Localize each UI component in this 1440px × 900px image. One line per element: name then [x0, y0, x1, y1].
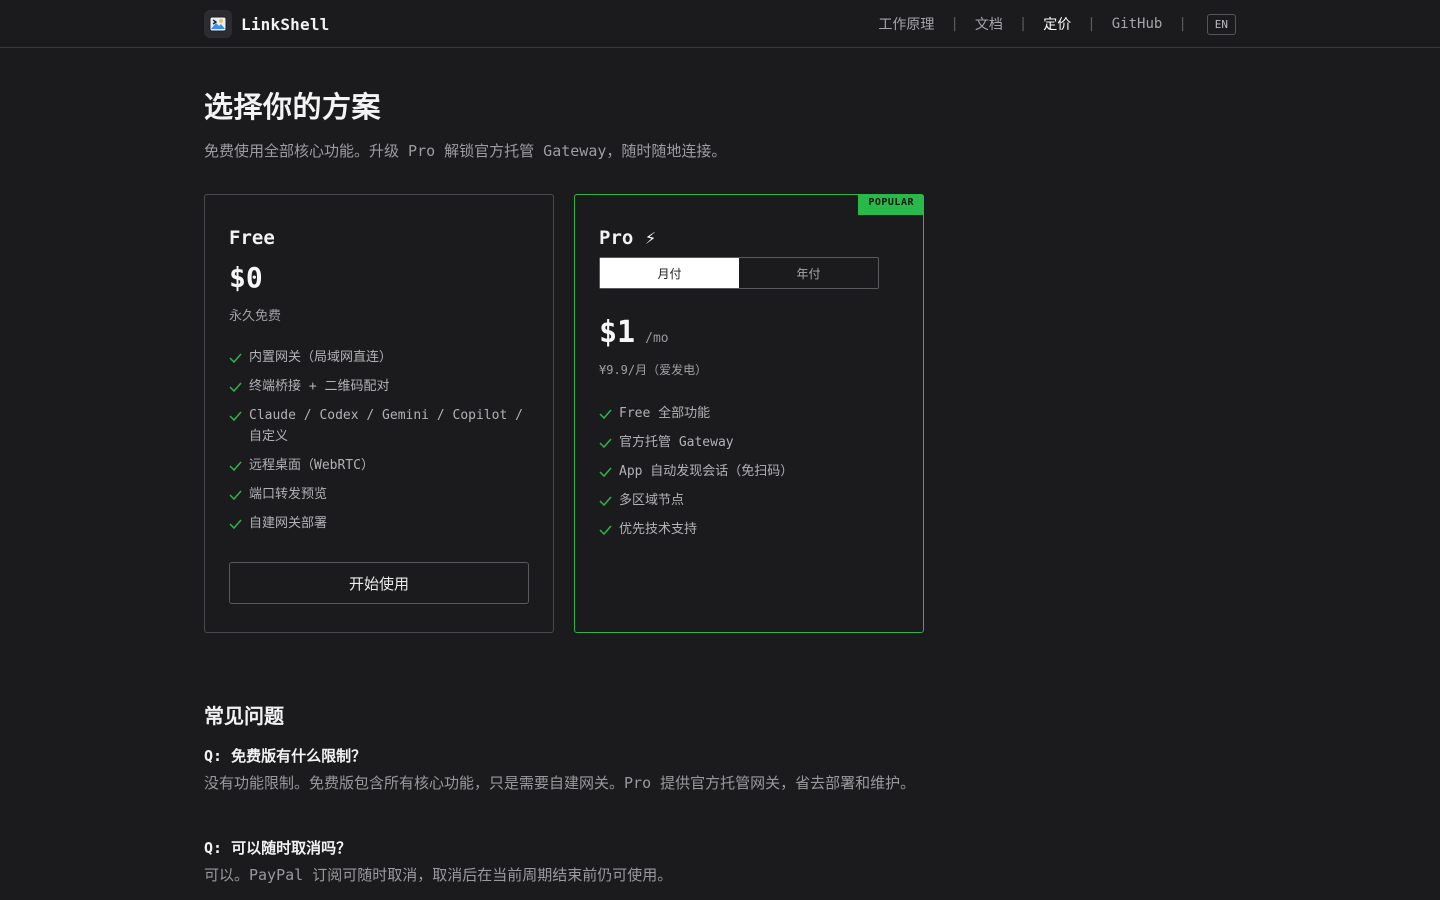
feature-item: 优先技术支持: [599, 519, 903, 540]
nav-github[interactable]: GitHub: [1112, 16, 1163, 32]
nav-separator: |: [1178, 16, 1187, 32]
feature-label: 终端桥接 + 二维码配对: [249, 379, 390, 394]
feature-label: 优先技术支持: [619, 522, 698, 537]
feature-label: Claude / Codex / Gemini / Copilot / 自定义: [249, 408, 523, 444]
check-icon: [229, 490, 242, 501]
feature-label: 远程桌面（WebRTC）: [249, 458, 374, 473]
feature-item: App 自动发现会话（免扫码）: [599, 461, 903, 482]
faq-title: 常见问题: [204, 704, 284, 728]
check-icon: [599, 496, 612, 507]
feature-item: Claude / Codex / Gemini / Copilot / 自定义: [229, 405, 533, 447]
popular-badge: POPULAR: [858, 194, 924, 215]
brand-name: LinkShell: [241, 14, 330, 34]
pro-feature-list: Free 全部功能 官方托管 Gateway App 自动发现会话（免扫码） 多…: [599, 403, 903, 548]
feature-item: 端口转发预览: [229, 484, 533, 505]
faq-answer: 没有功能限制。免费版包含所有核心功能，只是需要自建网关。Pro 提供官方托管网关…: [204, 774, 916, 792]
linkshell-logo-icon: [204, 10, 232, 38]
feature-label: 官方托管 Gateway: [619, 435, 734, 450]
feature-item: 终端桥接 + 二维码配对: [229, 376, 533, 397]
nav-how-it-works[interactable]: 工作原理: [878, 14, 934, 34]
free-feature-list: 内置网关（局域网直连） 终端桥接 + 二维码配对 Claude / Codex …: [229, 347, 533, 542]
feature-label: 自建网关部署: [249, 516, 328, 531]
free-plan-card: Free $0 永久免费 内置网关（局域网直连） 终端桥接 + 二维码配对 Cl…: [204, 194, 554, 633]
feature-label: 内置网关（局域网直连）: [249, 350, 393, 365]
feature-item: 远程桌面（WebRTC）: [229, 455, 533, 476]
feature-item: 内置网关（局域网直连）: [229, 347, 533, 368]
pro-plan-card: POPULAR Pro ⚡ 月付 年付 $1 /mo ¥9.9/月（爱发电） F…: [574, 194, 924, 633]
page-subtitle: 免费使用全部核心功能。升级 Pro 解锁官方托管 Gateway，随时随地连接。: [204, 142, 727, 160]
feature-label: 端口转发预览: [249, 487, 328, 502]
get-started-button[interactable]: 开始使用: [229, 562, 529, 604]
page-title: 选择你的方案: [204, 90, 382, 124]
feature-item: Free 全部功能: [599, 403, 903, 424]
faq-question: Q: 免费版有什么限制？: [204, 747, 367, 765]
feature-label: App 自动发现会话（免扫码）: [619, 464, 794, 479]
pro-plan-name: Pro ⚡: [599, 227, 657, 249]
nav-separator: |: [1087, 16, 1096, 32]
billing-toggle: 月付 年付: [599, 257, 879, 289]
check-icon: [229, 411, 242, 422]
free-plan-price: $0: [229, 261, 263, 294]
check-icon: [229, 461, 242, 472]
nav-pricing[interactable]: 定价: [1043, 14, 1071, 34]
faq-answer: 可以。PayPal 订阅可随时取消，取消后在当前周期结束前仍可使用。: [204, 866, 673, 884]
check-icon: [229, 519, 242, 530]
faq-question: Q: 可以随时取消吗？: [204, 839, 352, 857]
check-icon: [599, 438, 612, 449]
billing-yearly-tab[interactable]: 年付: [739, 258, 878, 288]
check-icon: [599, 525, 612, 536]
check-icon: [599, 409, 612, 420]
nav-separator: |: [950, 16, 959, 32]
pro-plan-period: /mo: [645, 331, 669, 346]
free-plan-name: Free: [229, 227, 275, 249]
feature-item: 官方托管 Gateway: [599, 432, 903, 453]
main-nav: 工作原理 | 文档 | 定价 | GitHub | EN: [878, 12, 1236, 36]
pro-plan-price: $1: [599, 315, 636, 350]
check-icon: [229, 382, 242, 393]
feature-label: Free 全部功能: [619, 406, 711, 421]
pro-plan-note: ¥9.9/月（爱发电）: [599, 363, 708, 377]
check-icon: [229, 353, 242, 364]
nav-docs[interactable]: 文档: [975, 14, 1003, 34]
feature-label: 多区域节点: [619, 493, 685, 508]
free-plan-note: 永久免费: [229, 309, 282, 324]
billing-monthly-tab[interactable]: 月付: [600, 258, 739, 288]
nav-separator: |: [1018, 16, 1028, 32]
top-nav-bar: LinkShell 工作原理 | 文档 | 定价 | GitHub | EN: [0, 0, 1440, 48]
feature-item: 多区域节点: [599, 490, 903, 511]
pro-price-row: $1 /mo: [599, 315, 669, 350]
check-icon: [599, 467, 612, 478]
feature-item: 自建网关部署: [229, 513, 533, 534]
language-switch-button[interactable]: EN: [1206, 13, 1236, 35]
brand-home-link[interactable]: LinkShell: [204, 10, 330, 38]
